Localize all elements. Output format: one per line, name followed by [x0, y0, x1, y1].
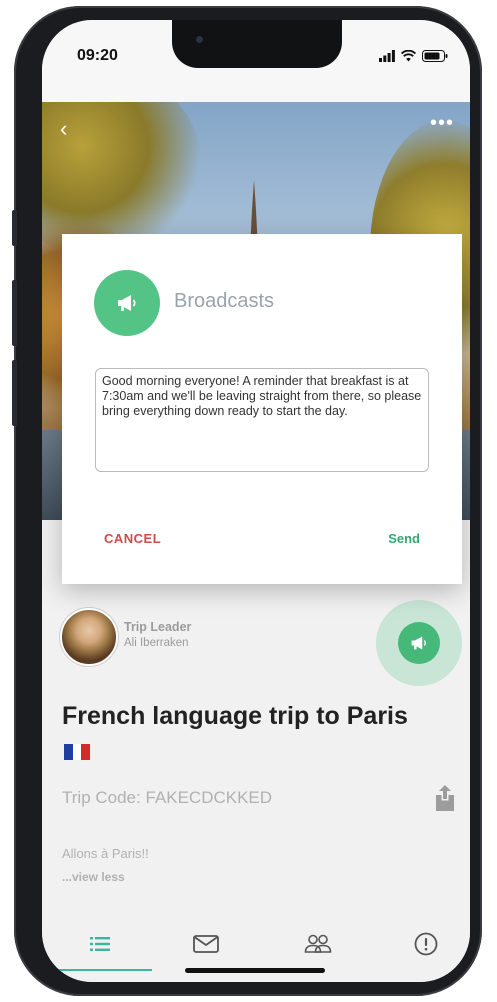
trip-details: Trip Leader Ali Iberraken French languag… [42, 580, 470, 982]
wifi-icon [401, 50, 416, 62]
leader-name: Ali Iberraken [124, 637, 189, 649]
mail-icon [193, 935, 219, 953]
screen: 09:20 ‹ ••• Broadcasts Good morning ever… [42, 20, 470, 982]
back-icon[interactable]: ‹ [60, 116, 67, 142]
alert-icon [414, 932, 438, 956]
side-button [12, 280, 17, 346]
status-icons [379, 50, 448, 62]
trip-code: Trip Code: FAKECDCKKED [62, 788, 273, 807]
tab-messages[interactable] [186, 928, 226, 960]
tab-alerts[interactable] [406, 928, 446, 960]
megaphone-icon [398, 622, 440, 664]
france-flag-icon [64, 744, 91, 760]
trip-title: French language trip to Paris [62, 702, 408, 730]
home-indicator[interactable] [185, 968, 325, 973]
notch [172, 20, 342, 68]
trip-description: Allons à Paris!! [62, 846, 149, 861]
more-icon[interactable]: ••• [430, 112, 454, 135]
leader-role: Trip Leader [124, 620, 192, 634]
tab-list[interactable] [80, 928, 120, 960]
side-button [12, 360, 17, 426]
signal-icon [379, 50, 395, 62]
broadcast-button[interactable] [376, 600, 462, 686]
status-time: 09:20 [77, 47, 118, 64]
list-icon [90, 937, 110, 951]
avatar[interactable] [60, 608, 118, 666]
tab-people[interactable] [298, 928, 338, 960]
share-icon[interactable] [434, 784, 456, 812]
active-tab-indicator [42, 969, 152, 971]
battery-icon [422, 50, 448, 62]
people-icon [304, 934, 332, 953]
tab-bar [42, 918, 470, 972]
cancel-button[interactable]: CANCEL [104, 531, 161, 546]
view-less-link[interactable]: ...view less [62, 870, 125, 884]
broadcast-message-input[interactable]: Good morning everyone! A reminder that b… [95, 368, 429, 472]
side-button [12, 210, 17, 246]
dialog-title: Broadcasts [174, 290, 275, 312]
megaphone-icon [94, 270, 160, 336]
send-button[interactable]: Send [388, 531, 420, 546]
broadcast-dialog: Broadcasts Good morning everyone! A remi… [62, 234, 462, 584]
